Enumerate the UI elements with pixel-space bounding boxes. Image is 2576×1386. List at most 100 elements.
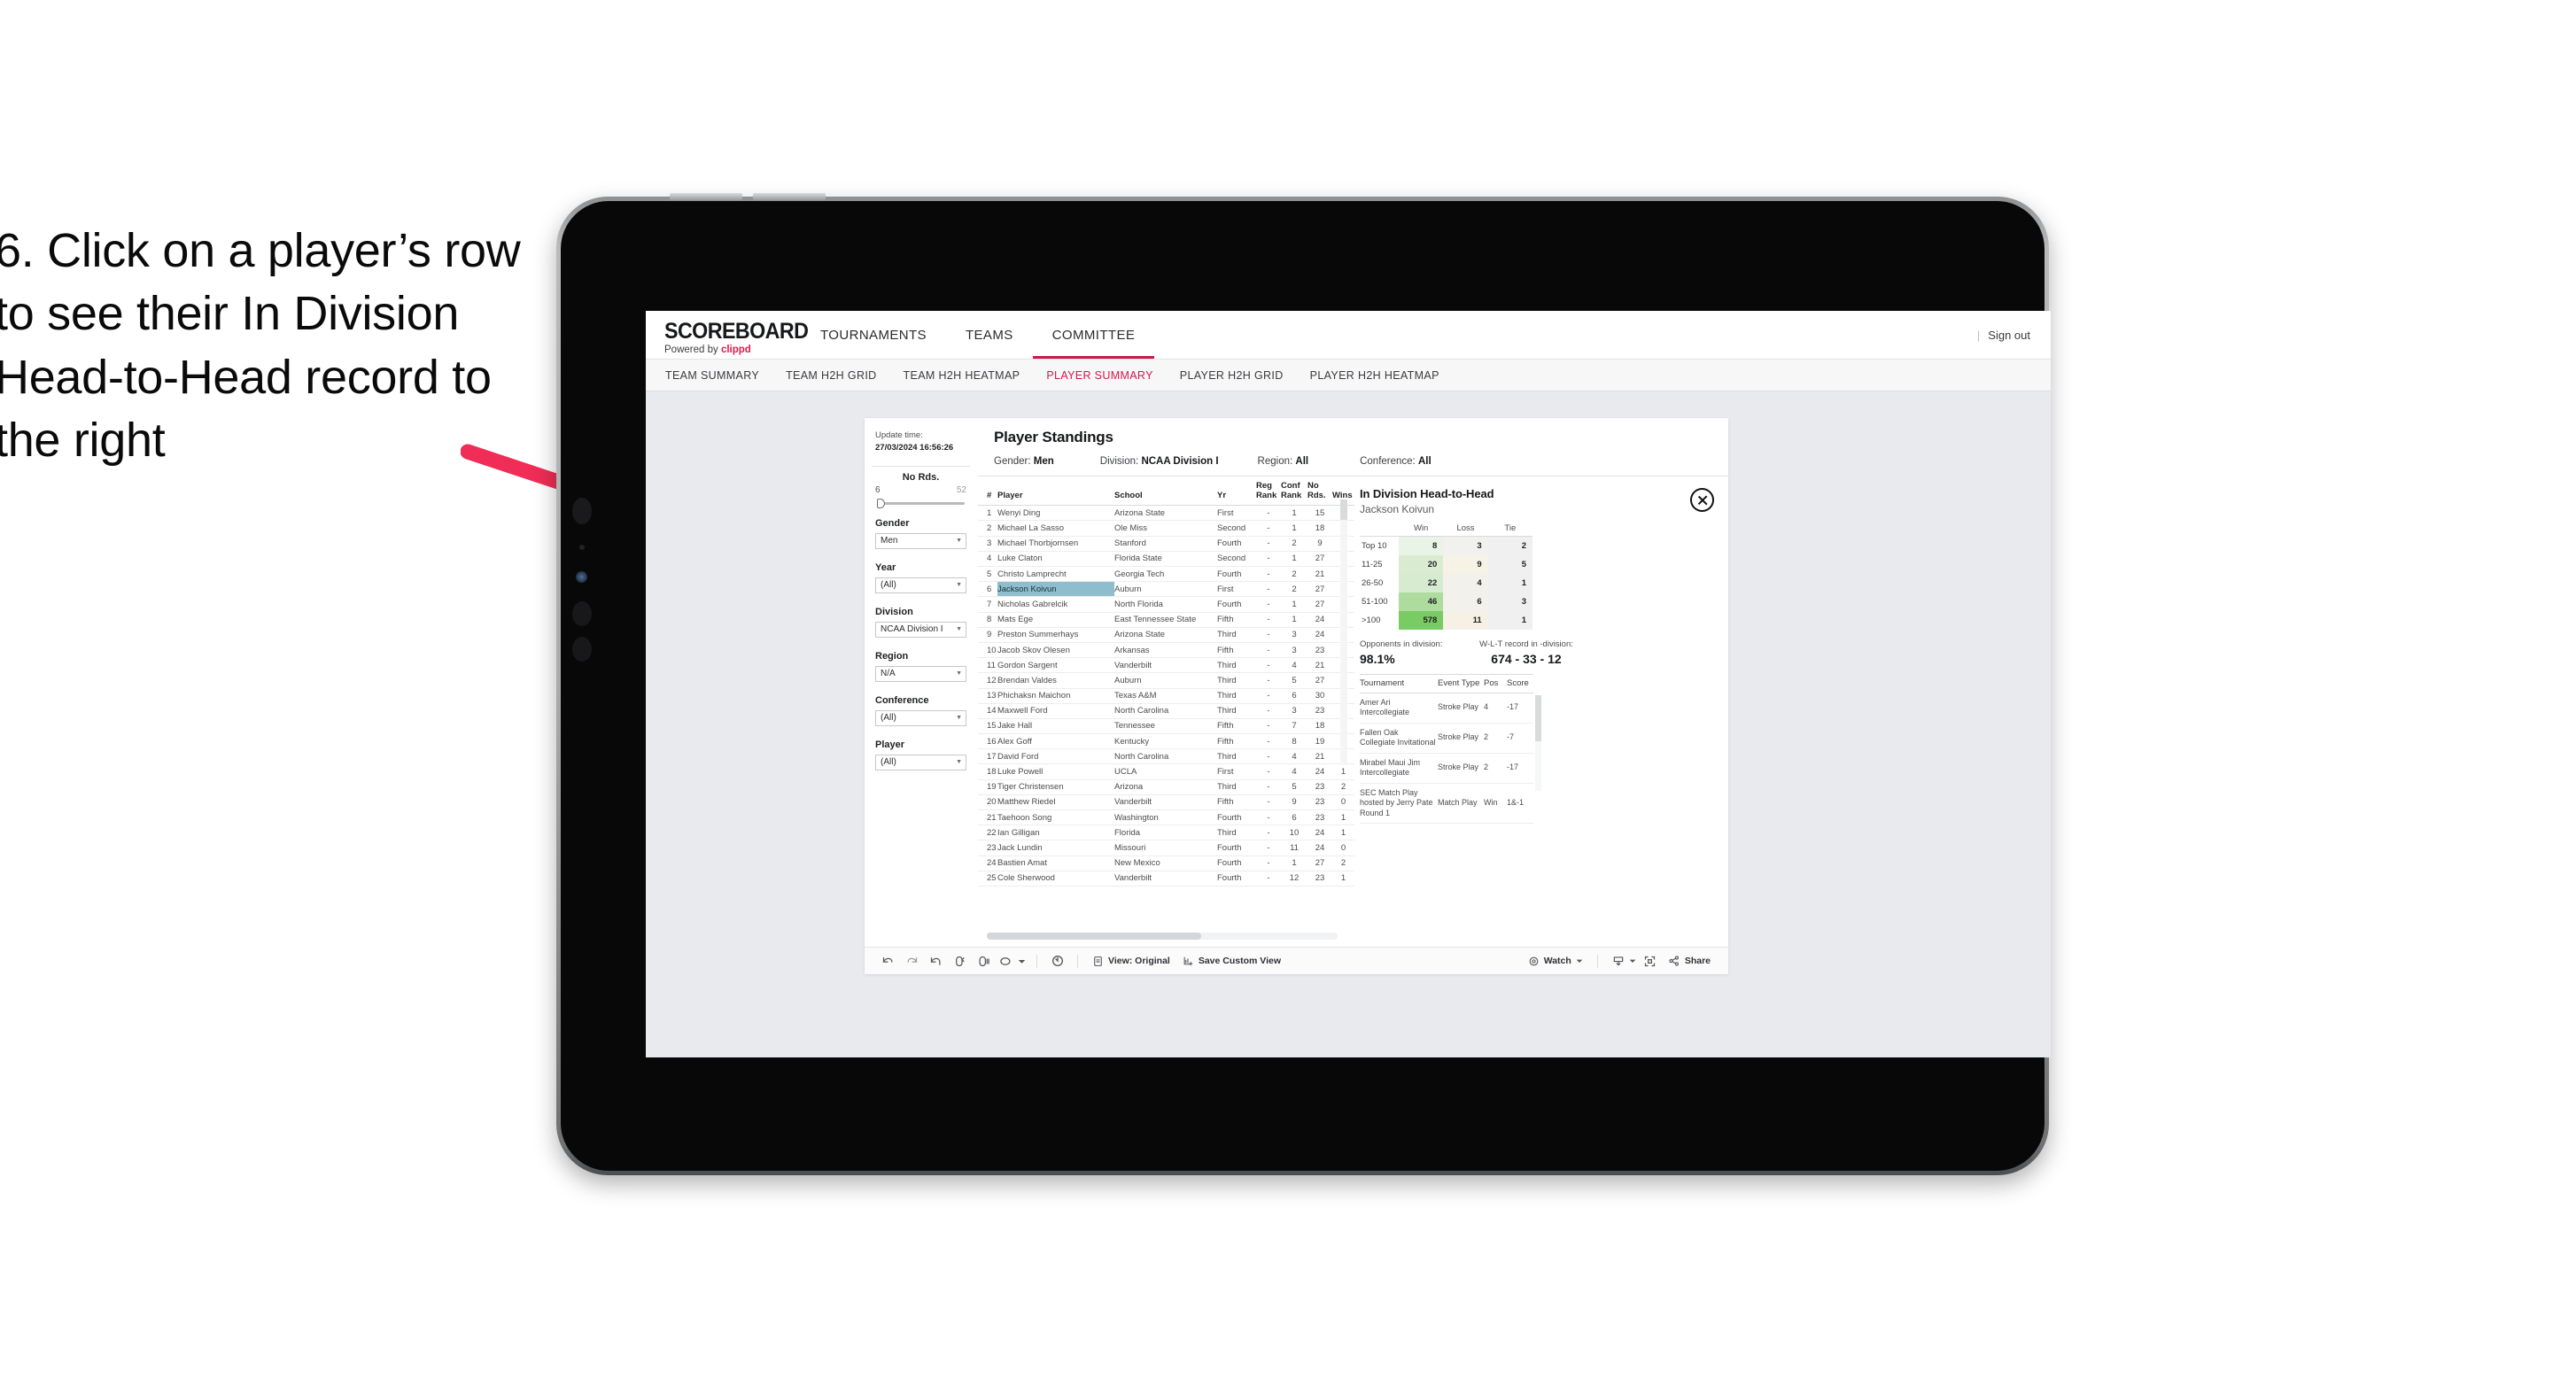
table-row[interactable]: 16Alex GoffKentuckyFifth-8190 — [978, 733, 1354, 750]
tournament-row[interactable]: Amer Ari Intercollegiate Stroke Play 4 -17 — [1360, 693, 1533, 724]
col-player[interactable]: Player — [997, 476, 1114, 507]
undo-icon[interactable] — [876, 955, 900, 968]
nav-teams[interactable]: TEAMS — [946, 311, 1033, 359]
cell-reg-rank: - — [1256, 688, 1281, 704]
table-row[interactable]: 25 Cole Sherwood Vanderbilt Fourth -12 23 1 — [978, 871, 1354, 887]
cell-conf-rank: 2 — [1281, 566, 1307, 583]
tab-team-h2h-grid[interactable]: TEAM H2H GRID — [786, 369, 876, 382]
app-logo[interactable]: SCOREBOARD Powered by clippd — [646, 311, 809, 359]
criteria-division-value: NCAA Division I — [1141, 456, 1219, 467]
table-row[interactable]: 4Luke ClatonFlorida StateSecond-1272 — [978, 551, 1354, 568]
tab-player-summary[interactable]: PLAYER SUMMARY — [1046, 369, 1152, 382]
table-row[interactable]: 11Gordon SargentVanderbiltThird-4210 — [978, 657, 1354, 674]
standings-body: 1Wenyi DingArizona StateFirst-11512Micha… — [978, 505, 1354, 887]
tab-player-h2h-heatmap[interactable]: PLAYER H2H HEATMAP — [1310, 369, 1439, 382]
filter-year-select[interactable]: (All) ▼ — [875, 577, 966, 593]
h2h-bucket-label: 11-25 — [1360, 554, 1399, 574]
nav-tournaments[interactable]: TOURNAMENTS — [801, 311, 946, 359]
detail-subtitle: Jackson Koivun — [1360, 503, 1435, 515]
table-row[interactable]: 6Jackson KoivunAuburnFirst-2271 — [978, 581, 1354, 598]
browser-viewport: SCOREBOARD Powered by clippd TOURNAMENTS… — [646, 311, 2051, 1057]
table-row[interactable]: 9 Preston Summerhays Arizona State Third -3 2… — [978, 627, 1354, 643]
table-row[interactable]: 15Jake HallTennesseeFifth-7180 — [978, 718, 1354, 735]
pause-updates-icon[interactable] — [972, 955, 996, 968]
cell-year: Third — [1217, 672, 1256, 689]
chevron-down-icon: ▼ — [956, 670, 962, 678]
reset-icon[interactable] — [1045, 954, 1069, 968]
detail-vertical-scrollbar[interactable] — [1535, 694, 1541, 791]
col-reg-rank[interactable]: Reg Rank — [1256, 476, 1281, 507]
detail-vscroll-thumb[interactable] — [1535, 694, 1541, 741]
filter-gender-select[interactable]: Men ▼ — [875, 532, 966, 549]
table-row[interactable]: 19 Tiger Christensen Arizona Third -5 23 2 — [978, 779, 1354, 795]
redo-icon[interactable] — [900, 955, 924, 968]
table-row[interactable]: 18 Luke Powell UCLA First -4 24 1 — [978, 763, 1354, 780]
revert-icon[interactable] — [924, 955, 948, 968]
table-row[interactable]: 10Jacob Skov OlesenArkansasFifth-3230 — [978, 642, 1354, 659]
table-row[interactable]: 20 Matthew Riedel Vanderbilt Fifth -9 23 0 — [978, 794, 1354, 811]
cell-school: Arizona — [1114, 779, 1217, 795]
rounds-slider-track[interactable] — [875, 498, 966, 508]
cell-player: Nicholas Gabrelcik — [997, 596, 1114, 613]
save-custom-view-button[interactable]: Save Custom View — [1176, 956, 1287, 967]
rounds-slider-handle[interactable] — [877, 498, 885, 508]
table-row[interactable]: 5 Christo Lamprecht Georgia Tech Fourth -2 21… — [978, 566, 1354, 583]
col-rank[interactable]: # — [978, 476, 997, 507]
h2h-win-cell: 20 — [1399, 554, 1444, 574]
table-horizontal-scrollbar[interactable] — [987, 933, 1338, 940]
filter-player-select[interactable]: (All) ▼ — [875, 754, 966, 770]
h2h-header-row: Win Loss Tie — [1360, 523, 1532, 537]
table-vscroll-thumb[interactable] — [1340, 499, 1347, 520]
tournament-row[interactable]: Mirabel Maui Jim Intercollegiate Stroke P… — [1360, 753, 1533, 784]
table-row[interactable]: 24 Bastien Amat New Mexico Fourth -1 27 2 — [978, 856, 1354, 871]
filter-region-select[interactable]: N/A ▼ — [875, 665, 966, 682]
col-school[interactable]: School — [1114, 476, 1217, 507]
table-vertical-scrollbar[interactable] — [1340, 499, 1347, 765]
table-row[interactable]: 7 Nicholas Gabrelcik North Florida Fourth -1… — [978, 596, 1354, 613]
volume-down-button[interactable] — [753, 193, 826, 200]
head-to-head-detail-pane: In Division Head-to-Head Jackson Koivun … — [1347, 476, 1728, 947]
filter-sidebar: Update time: 27/03/2024 16:56:26 No Rds.… — [865, 418, 978, 947]
download-button[interactable] — [1606, 955, 1638, 967]
table-row[interactable]: 14Maxwell FordNorth CarolinaThird-3230 — [978, 703, 1354, 719]
table-row[interactable]: 12Brendan ValdesAuburnThird-5270 — [978, 672, 1354, 689]
table-row[interactable]: 21 Taehoon Song Washington Fourth -6 23 1 — [978, 809, 1354, 826]
chevron-down-icon[interactable] — [1015, 957, 1028, 965]
table-row[interactable]: 23 Jack Lundin Missouri Fourth -11 24 0 — [978, 840, 1354, 856]
cell-no-rds: 23 — [1307, 794, 1332, 811]
table-row[interactable]: 22 Ian Gilligan Florida Third -10 24 1 — [978, 825, 1354, 841]
tab-player-h2h-grid[interactable]: PLAYER H2H GRID — [1180, 369, 1284, 382]
filter-division-select[interactable]: NCAA Division I ▼ — [875, 621, 966, 638]
tab-team-summary[interactable]: TEAM SUMMARY — [665, 369, 759, 382]
close-circle-icon[interactable] — [1690, 488, 1714, 512]
sign-out-link[interactable]: Sign out — [1988, 329, 2030, 342]
col-year[interactable]: Yr — [1217, 476, 1256, 507]
share-button[interactable]: Share — [1662, 955, 1717, 967]
tournament-row[interactable]: Fallen Oak Collegiate Invitational Stroke… — [1360, 723, 1533, 754]
filter-conference-select[interactable]: (All) ▼ — [875, 709, 966, 726]
table-row[interactable]: 1Wenyi DingArizona StateFirst-1151 — [978, 505, 1354, 522]
table-row[interactable]: 17David FordNorth CarolinaThird-4211 — [978, 748, 1354, 765]
watch-button[interactable]: Watch — [1522, 956, 1589, 967]
col-no-rds[interactable]: No Rds. — [1307, 476, 1332, 507]
cell-no-rds: 27 — [1307, 672, 1332, 689]
cell-reg-rank: - — [1256, 763, 1281, 780]
update-time-value: 27/03/2024 16:56:26 — [875, 442, 954, 453]
h2h-bucket-label: 26-50 — [1360, 573, 1399, 592]
volume-up-button[interactable] — [670, 193, 742, 200]
nav-committee[interactable]: COMMITTEE — [1032, 311, 1155, 359]
view-original-button[interactable]: View: Original — [1086, 956, 1176, 967]
col-conf-rank[interactable]: Conf Rank — [1281, 476, 1307, 507]
fullscreen-icon[interactable] — [1638, 955, 1662, 968]
table-hscroll-thumb[interactable] — [987, 933, 1201, 940]
tab-team-h2h-heatmap[interactable]: TEAM H2H HEATMAP — [904, 369, 1020, 382]
trn-cell-type: Stroke Play — [1438, 753, 1484, 784]
alerts-icon[interactable] — [996, 955, 1015, 968]
table-row[interactable]: 8Mats EgeEast Tennessee StateFifth-1242 — [978, 612, 1354, 628]
table-row[interactable]: 2Michael La SassoOle MissSecond-1180 — [978, 520, 1354, 537]
tournament-row[interactable]: SEC Match Play hosted by Jerry Pate Roun… — [1360, 783, 1533, 825]
filter-region: Region N/A ▼ — [865, 641, 977, 685]
refresh-data-icon[interactable] — [948, 955, 972, 968]
table-row[interactable]: 3Michael ThorbjornsenStanfordFourth-291 — [978, 536, 1354, 552]
table-row[interactable]: 13Phichaksn MaichonTexas A&MThird-6301 — [978, 688, 1354, 704]
